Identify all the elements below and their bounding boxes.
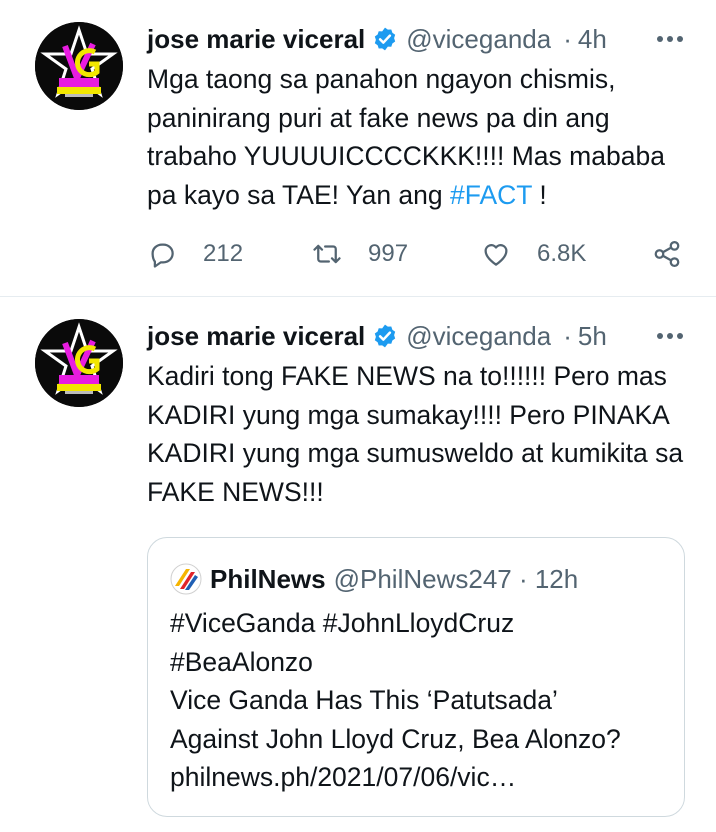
author-avatar[interactable] xyxy=(35,319,123,407)
reply-icon xyxy=(151,243,174,268)
vice-ganda-network-logo-icon xyxy=(35,22,123,110)
philnews-logo-icon xyxy=(170,563,202,595)
tweet-text-tail: ! xyxy=(531,179,547,210)
heart-icon xyxy=(484,244,508,266)
quoted-headline: Against John Lloyd Cruz, Bea Alonzo? xyxy=(170,723,621,754)
quoted-tweet-header: PhilNews @PhilNews247 · 12h xyxy=(170,558,578,600)
tweet-header: jose marie viceral @viceganda · 5h xyxy=(147,319,607,353)
reply-button[interactable]: 212 xyxy=(147,236,243,272)
hashtag-link[interactable]: #FACT xyxy=(450,180,532,210)
quoted-tweet-time: 12h xyxy=(534,563,579,594)
share-button[interactable] xyxy=(652,236,682,272)
author-name[interactable]: jose marie viceral xyxy=(147,24,365,55)
author-handle[interactable]: @viceganda xyxy=(406,24,551,55)
quoted-hashtags: #ViceGanda #JohnLloydCruz xyxy=(170,608,515,638)
tweet[interactable]: jose marie viceral @viceganda · 4h Mga t… xyxy=(0,0,716,296)
separator-dot: · xyxy=(563,23,572,54)
author-handle[interactable]: @viceganda xyxy=(406,321,551,352)
tweet[interactable]: jose marie viceral @viceganda · 5h Kadir… xyxy=(0,297,716,832)
separator-dot: · xyxy=(563,320,572,351)
like-count: 6.8K xyxy=(537,240,587,267)
quoted-headline: Vice Ganda Has This ‘Patutsada’ xyxy=(170,685,558,715)
author-avatar[interactable] xyxy=(35,22,123,110)
retweet-button[interactable]: 997 xyxy=(312,236,408,272)
verified-badge-icon xyxy=(375,324,396,348)
author-name[interactable]: jose marie viceral xyxy=(147,321,365,352)
tweet-header: jose marie viceral @viceganda · 4h xyxy=(147,22,607,56)
more-options-icon[interactable] xyxy=(654,321,686,351)
quoted-tweet-text: #ViceGanda #JohnLloydCruz #BeaAlonzo Vic… xyxy=(170,604,670,797)
quoted-source-name: PhilNews xyxy=(210,563,326,594)
tweet-actions: 212 997 6.8K xyxy=(147,236,692,272)
share-icon xyxy=(654,241,680,267)
separator-dot: · xyxy=(511,563,535,594)
vice-ganda-network-logo-icon xyxy=(35,319,123,407)
more-options-icon[interactable] xyxy=(654,24,686,54)
quoted-source-handle: @PhilNews247 xyxy=(333,563,512,594)
quoted-link[interactable]: philnews.ph/2021/07/06/vic… xyxy=(170,758,670,797)
tweet-text: Mga taong sa panahon ngayon chismis, pan… xyxy=(147,60,692,214)
quoted-tweet[interactable]: PhilNews @PhilNews247 · 12h #ViceGanda #… xyxy=(147,537,685,817)
tweet-time[interactable]: 5h xyxy=(578,321,607,352)
retweet-count: 997 xyxy=(368,240,409,267)
tweet-text: Kadiri tong FAKE NEWS na to!!!!!! Pero m… xyxy=(147,361,684,507)
retweet-icon xyxy=(313,244,341,264)
tweet-time[interactable]: 4h xyxy=(578,24,607,55)
tweet-text-body: Mga taong sa panahon ngayon chismis, pan… xyxy=(147,64,665,210)
quoted-hashtags: #BeaAlonzo xyxy=(170,646,313,677)
reply-count: 212 xyxy=(203,240,244,267)
like-button[interactable]: 6.8K xyxy=(481,236,586,272)
verified-badge-icon xyxy=(375,27,396,51)
